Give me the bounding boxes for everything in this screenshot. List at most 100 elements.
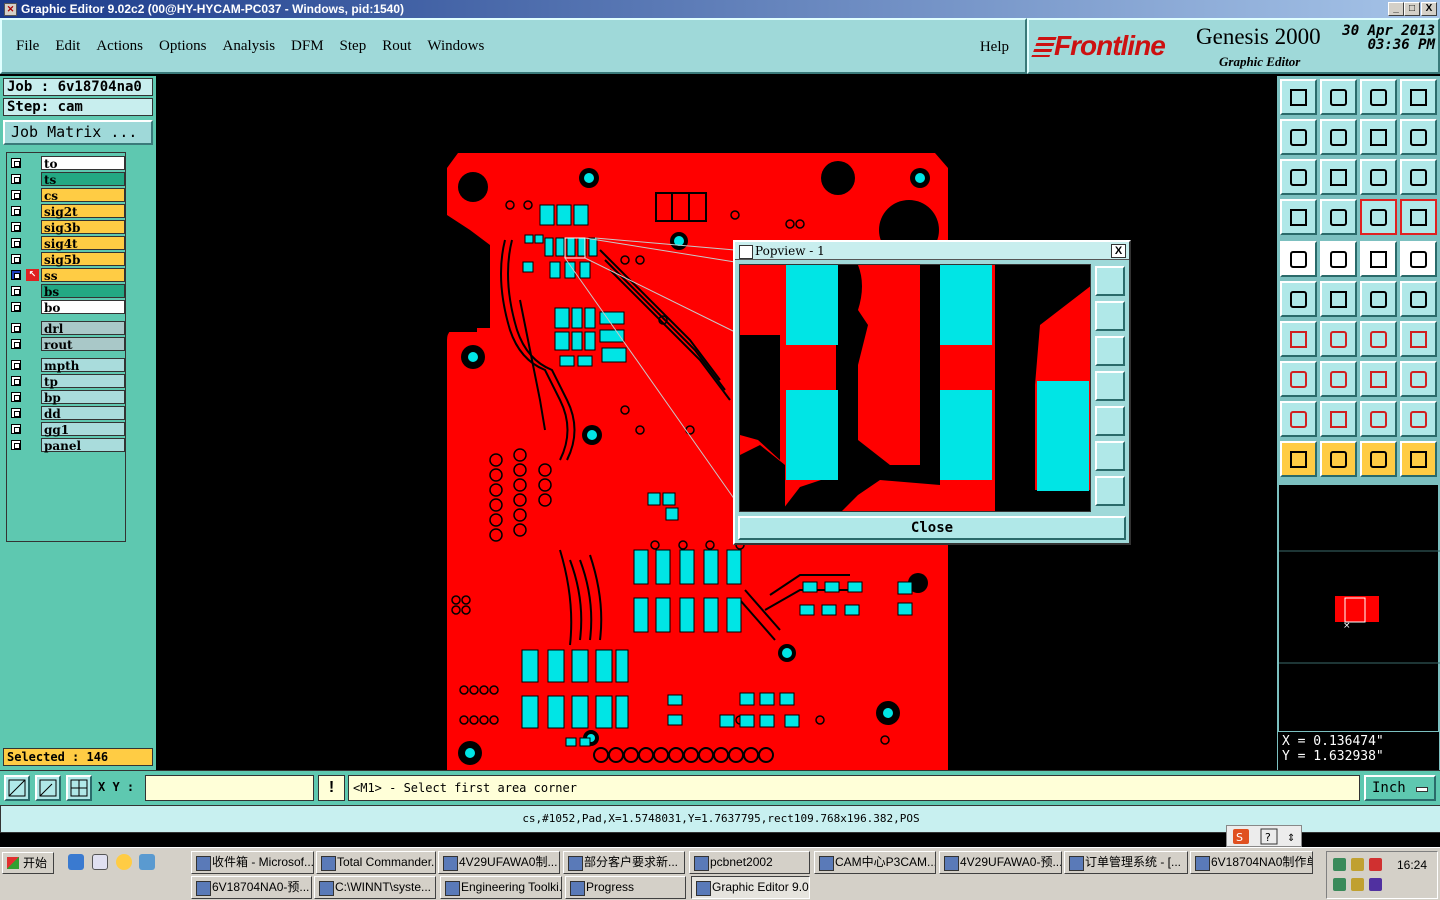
popview-title[interactable]: Popview - 1 [735, 242, 1129, 260]
grid-icon[interactable] [66, 775, 92, 801]
layer-stack-2-icon[interactable] [1400, 199, 1437, 235]
arc-icon[interactable] [1360, 321, 1397, 357]
task-button[interactable]: CAM中心P3CAM... [814, 851, 936, 874]
copy-icon[interactable] [1400, 281, 1437, 317]
close-button[interactable]: X [1421, 2, 1437, 16]
menu-analysis[interactable]: Analysis [223, 38, 276, 55]
task-button[interactable]: Progress [565, 876, 686, 899]
layer-row-drl[interactable]: drl [7, 321, 125, 336]
popview-zoom-out-button[interactable] [1095, 476, 1125, 506]
fit-icon[interactable] [1280, 159, 1317, 195]
layer-row-mpth[interactable]: mpth [7, 358, 125, 373]
layer-checkbox[interactable] [11, 376, 21, 386]
layer-checkbox[interactable] [11, 424, 21, 434]
zoom-previous-icon[interactable] [1320, 79, 1357, 115]
task-button[interactable]: 收件箱 - Microsof... [191, 851, 314, 874]
center-icon[interactable] [1320, 159, 1357, 195]
redraw-icon[interactable] [1360, 79, 1397, 115]
feature-icon[interactable] [1280, 361, 1317, 397]
menu-dfm[interactable]: DFM [291, 38, 324, 55]
layer-checkbox[interactable] [11, 360, 21, 370]
layer-checkbox[interactable] [11, 270, 21, 280]
popview-pan-right-button[interactable] [1095, 406, 1125, 436]
layer-row-ss[interactable]: ss ↖ [7, 268, 125, 283]
ime-toolbar[interactable]: S? ⇕ [1226, 825, 1302, 847]
task-button[interactable]: 订单管理系统 - [... [1064, 851, 1188, 874]
popview-pan-left-button[interactable] [1095, 371, 1125, 401]
group-icon[interactable] [1400, 361, 1437, 397]
layer-checkbox[interactable] [11, 286, 21, 296]
popview-close-button[interactable]: Close [738, 516, 1126, 540]
layer-row-sig3b[interactable]: sig3b [7, 220, 125, 235]
task-button[interactable]: C:\WINNT\syste... [314, 876, 436, 899]
measure-tool-icon[interactable] [1280, 199, 1317, 235]
layer-row-gg1[interactable]: gg1 [7, 422, 125, 437]
layer-row-tp[interactable]: tp [7, 374, 125, 389]
layer-stack-icon[interactable] [1360, 199, 1397, 235]
layer-checkbox[interactable] [11, 323, 21, 333]
layer-checkbox[interactable] [11, 174, 21, 184]
popview-pan-down-button[interactable] [1095, 336, 1125, 366]
snap-icon[interactable] [4, 775, 30, 801]
split-view-icon[interactable] [1400, 79, 1437, 115]
task-button[interactable]: 6V18704NA0制作单 [1190, 851, 1313, 874]
menu-step[interactable]: Step [340, 38, 367, 55]
help-icon[interactable] [1400, 159, 1437, 195]
task-button[interactable]: 部分客户要求新... [563, 851, 685, 874]
layer-row-sig4t[interactable]: sig4t [7, 236, 125, 251]
menu-edit[interactable]: Edit [55, 38, 80, 55]
layer-checkbox[interactable] [11, 254, 21, 264]
circle-tool-icon[interactable] [1400, 241, 1437, 277]
layer-row-rout[interactable]: rout [7, 337, 125, 352]
fill-icon[interactable] [1400, 321, 1437, 357]
snap-tool-icon[interactable] [1320, 199, 1357, 235]
tray-icon-6[interactable] [1369, 878, 1382, 891]
pan-left-icon[interactable] [1280, 119, 1317, 155]
layer-checkbox[interactable] [11, 222, 21, 232]
task-button[interactable]: Engineering Toolki... [440, 876, 562, 899]
menu-help[interactable]: Help [980, 39, 1009, 56]
overview-map[interactable]: × [1278, 484, 1440, 732]
layer-row-cs[interactable]: cs [7, 188, 125, 203]
route-icon[interactable] [1400, 441, 1437, 477]
lift-icon[interactable] [1360, 401, 1397, 437]
popview-zoom-fit-button[interactable] [1095, 266, 1125, 296]
layer-checkbox[interactable] [11, 392, 21, 402]
media-icon[interactable] [116, 854, 132, 870]
select-icon[interactable] [1320, 441, 1357, 477]
slash-icon[interactable] [1320, 321, 1357, 357]
layer-checkbox[interactable] [11, 302, 21, 312]
layer-row-dd[interactable]: dd [7, 406, 125, 421]
pan-right-icon[interactable] [1320, 119, 1357, 155]
layer-row-bp[interactable]: bp [7, 390, 125, 405]
move-icon[interactable] [1360, 281, 1397, 317]
xy-input[interactable] [145, 775, 314, 801]
triangle-icon[interactable] [1280, 401, 1317, 437]
select-area-icon[interactable] [1360, 441, 1397, 477]
tray-tool-icon[interactable] [1351, 858, 1364, 871]
volume-icon[interactable] [1369, 858, 1382, 871]
menu-actions[interactable]: Actions [96, 38, 143, 55]
menu-rout[interactable]: Rout [382, 38, 411, 55]
popview-pan-up-button[interactable] [1095, 301, 1125, 331]
scale-1to2-icon[interactable] [1360, 159, 1397, 195]
flip-icon[interactable] [1400, 119, 1437, 155]
layer-checkbox[interactable] [11, 158, 21, 168]
task-button[interactable]: Total Commander... [316, 851, 436, 874]
menu-file[interactable]: File [16, 38, 39, 55]
layer-row-to[interactable]: to [7, 156, 125, 171]
add-pad-icon[interactable] [1280, 241, 1317, 277]
alert-button[interactable]: ! [318, 775, 345, 801]
connect-icon[interactable] [1280, 281, 1317, 317]
zoom-home-icon[interactable] [1280, 79, 1317, 115]
task-button[interactable]: 4V29UFAWA0制... [438, 851, 560, 874]
popview-zoom-area[interactable] [739, 264, 1091, 512]
pointer-icon[interactable] [1280, 441, 1317, 477]
tray-icon-4[interactable] [1333, 878, 1346, 891]
menu-options[interactable]: Options [159, 38, 207, 55]
layer-checkbox[interactable] [11, 440, 21, 450]
undo-view-icon[interactable] [1360, 119, 1397, 155]
desktop-icon[interactable] [139, 854, 155, 870]
ie-icon[interactable] [68, 854, 84, 870]
tray-icon-5[interactable] [1351, 878, 1364, 891]
